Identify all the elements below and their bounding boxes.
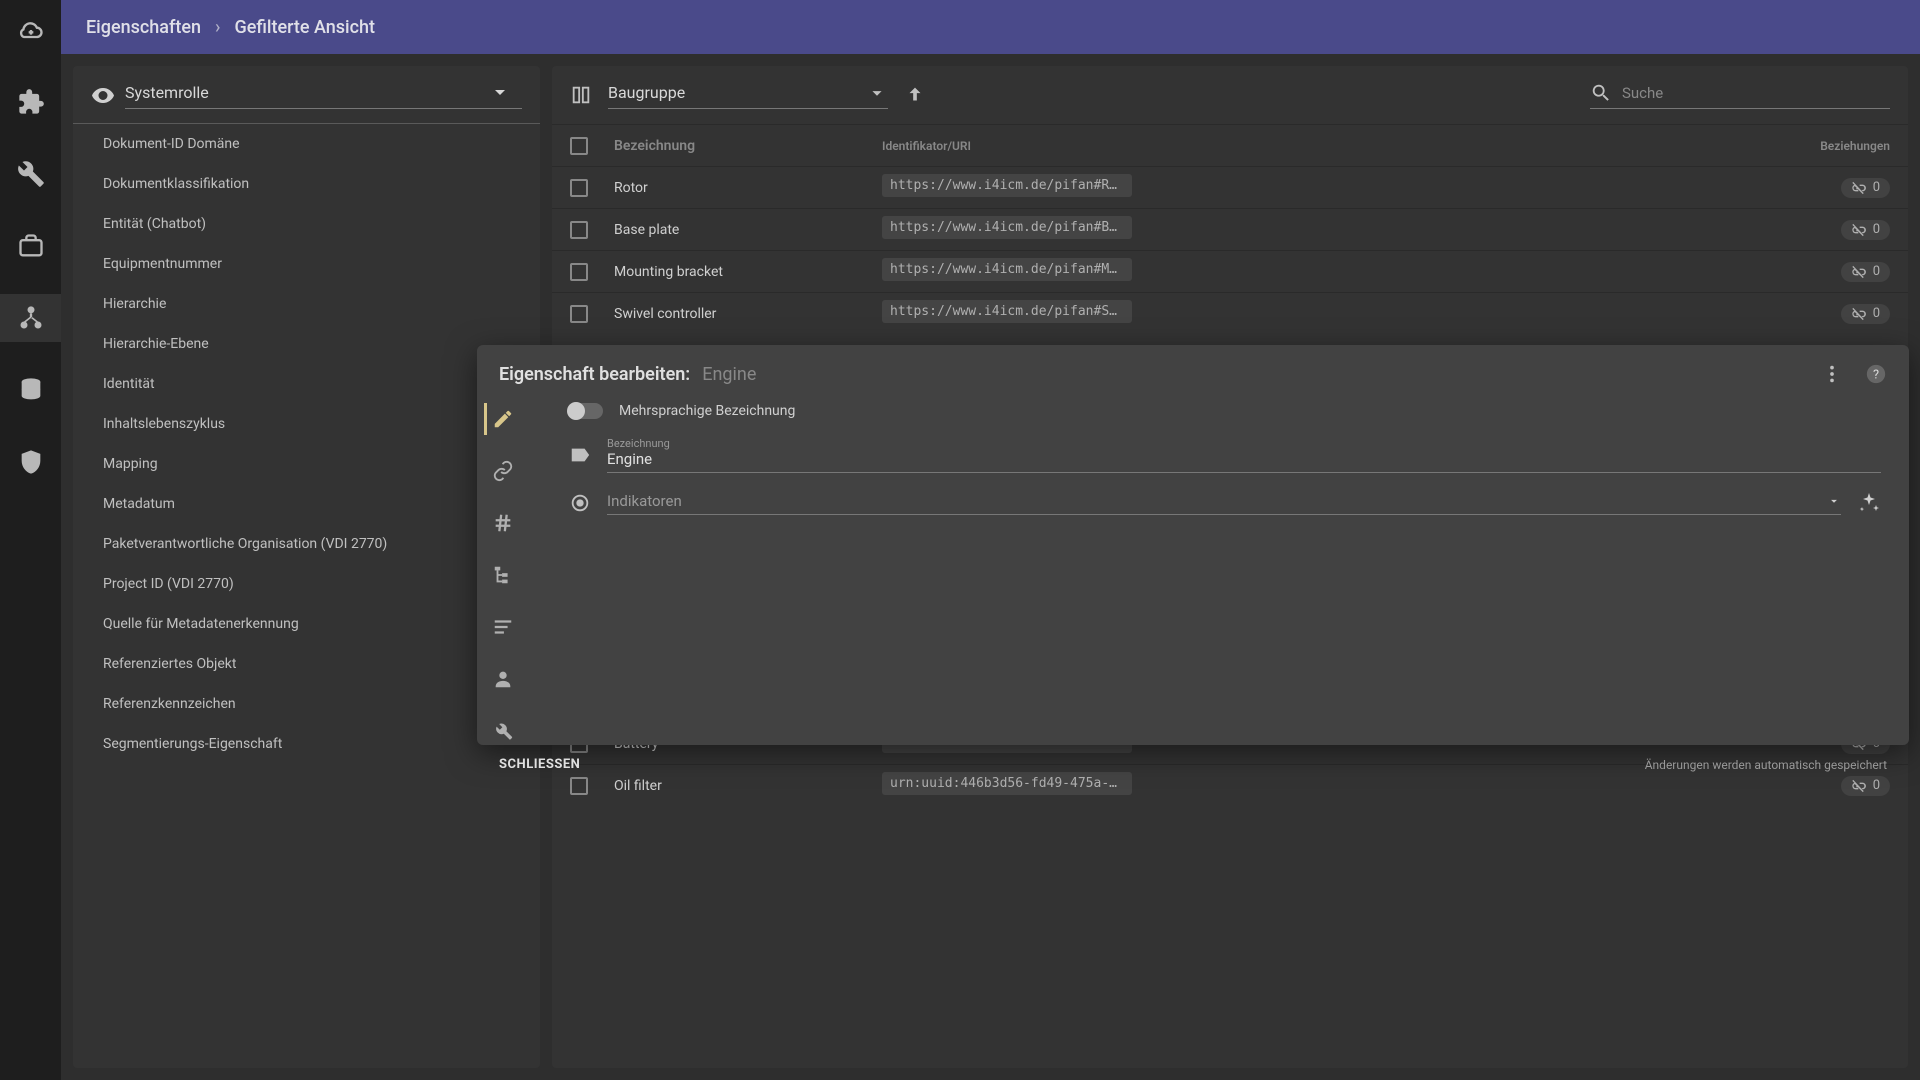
table-row[interactable]: Base platehttps://www.i4icm.de/pifan#Bas…	[552, 208, 1908, 250]
col-header-label: Bezeichnung	[614, 138, 882, 154]
sidebar-item[interactable]: Identität	[73, 364, 540, 404]
search-input[interactable]	[1622, 84, 1890, 102]
label-field[interactable]: Bezeichnung Engine	[607, 437, 1881, 473]
sidebar-item[interactable]: Dokumentklassifikation	[73, 164, 540, 204]
sidebar-item[interactable]: Quelle für Metadatenerkennung	[73, 604, 540, 644]
chevron-down-icon	[1827, 494, 1841, 508]
target-icon	[569, 492, 591, 514]
modal-tab-edit[interactable]	[484, 403, 520, 435]
chevron-down-icon	[488, 80, 512, 104]
sidebar-item[interactable]: Dokument-ID Domäne	[73, 124, 540, 164]
sidebar-item[interactable]: Inhaltslebenszyklus	[73, 404, 540, 444]
close-button[interactable]: SCHLIESSEN	[499, 757, 580, 772]
modal-tab-person[interactable]	[485, 663, 521, 695]
modal-tab-link[interactable]	[485, 455, 521, 487]
sidebar-item[interactable]: Hierarchie	[73, 284, 540, 324]
row-uri: https://www.i4icm.de/pifan#BasePlate	[882, 216, 1132, 239]
main-selector-label: Baugruppe	[608, 83, 685, 102]
rail-database-icon[interactable]	[0, 366, 61, 414]
row-uri: https://www.i4icm.de/pifan#MountingBrack…	[882, 258, 1132, 281]
rail-puzzle-icon[interactable]	[0, 78, 61, 126]
modal-tab-hash[interactable]	[485, 507, 521, 539]
modal-tab-tools[interactable]	[485, 715, 521, 747]
breadcrumb-current: Gefilterte Ansicht	[234, 17, 375, 38]
table-row[interactable]: Swivel controllerhttps://www.i4icm.de/pi…	[552, 292, 1908, 334]
sidebar-item[interactable]: Project ID (VDI 2770)	[73, 564, 540, 604]
indicator-label: Indikatoren	[607, 492, 1827, 510]
row-label: Base plate	[614, 222, 882, 238]
row-checkbox[interactable]	[570, 179, 588, 197]
svg-text:?: ?	[1873, 368, 1879, 383]
autosave-hint: Änderungen werden automatisch gespeicher…	[1645, 758, 1887, 772]
sidebar-item[interactable]: Equipmentnummer	[73, 244, 540, 284]
chevron-down-icon	[866, 82, 888, 104]
help-icon[interactable]: ?	[1865, 363, 1887, 385]
multilang-toggle[interactable]	[569, 403, 603, 419]
table-header: Bezeichnung Identifikator/URI Beziehunge…	[552, 124, 1908, 166]
sidebar-item[interactable]: Metadatum	[73, 484, 540, 524]
modal-tab-tree[interactable]	[485, 559, 521, 591]
edit-property-modal: Eigenschaft bearbeiten: Engine ? Mehrspr…	[477, 345, 1909, 745]
col-header-uri: Identifikator/URI	[882, 139, 1800, 153]
sidebar: Systemrolle Dokument-ID DomäneDokumentkl…	[73, 66, 540, 1068]
sidebar-item[interactable]: Mapping	[73, 444, 540, 484]
multilang-label: Mehrsprachige Bezeichnung	[619, 403, 795, 419]
arrow-up-icon[interactable]	[904, 84, 926, 106]
sidebar-item[interactable]: Hierarchie-Ebene	[73, 324, 540, 364]
modal-title: Eigenschaft bearbeiten:	[499, 364, 690, 385]
main-selector[interactable]: Baugruppe	[608, 82, 888, 109]
rail-hierarchy-icon[interactable]	[0, 294, 61, 342]
row-checkbox[interactable]	[570, 263, 588, 281]
sidebar-item[interactable]: Referenziertes Objekt	[73, 644, 540, 684]
sidebar-selector[interactable]: Systemrolle	[125, 80, 522, 109]
modal-subject: Engine	[702, 364, 756, 385]
rail-shield-icon[interactable]	[0, 438, 61, 486]
row-label: Mounting bracket	[614, 264, 882, 280]
row-checkbox[interactable]	[570, 221, 588, 239]
row-uri: https://www.i4icm.de/pifan#Rotor	[882, 174, 1132, 197]
row-label: Rotor	[614, 180, 882, 196]
table-row[interactable]: Mounting brackethttps://www.i4icm.de/pif…	[552, 250, 1908, 292]
rail-briefcase-icon[interactable]	[0, 222, 61, 270]
row-relations-badge[interactable]: 0	[1841, 262, 1890, 282]
breadcrumb-separator: ›	[215, 17, 220, 38]
label-icon	[569, 444, 591, 466]
modal-tab-text[interactable]	[485, 611, 521, 643]
row-relations-badge[interactable]: 0	[1841, 220, 1890, 240]
indicator-dropdown[interactable]: Indikatoren	[607, 492, 1841, 515]
more-icon[interactable]	[1821, 363, 1843, 385]
search-box[interactable]	[1590, 82, 1890, 109]
breadcrumb-root[interactable]: Eigenschaften	[86, 17, 201, 38]
left-rail	[0, 0, 61, 1080]
sidebar-item[interactable]: Paketverantwortliche Organisation (VDI 2…	[73, 524, 540, 564]
sidebar-item[interactable]: Entität (Chatbot)	[73, 204, 540, 244]
label-field-value: Engine	[607, 450, 1881, 468]
row-relations-badge[interactable]: 0	[1841, 304, 1890, 324]
col-header-rel: Beziehungen	[1800, 139, 1890, 153]
top-bar: Eigenschaften › Gefilterte Ansicht	[0, 0, 1920, 54]
column-icon	[570, 84, 592, 106]
label-field-caption: Bezeichnung	[607, 437, 1881, 450]
search-icon	[1590, 82, 1612, 104]
select-all-checkbox[interactable]	[570, 137, 588, 155]
sidebar-item[interactable]: Segmentierungs-Eigenschaft	[73, 724, 540, 764]
table-row[interactable]: Rotorhttps://www.i4icm.de/pifan#Rotor 0	[552, 166, 1908, 208]
sidebar-item[interactable]: Referenzkennzeichen	[73, 684, 540, 724]
row-checkbox[interactable]	[570, 305, 588, 323]
row-uri: https://www.i4icm.de/pifan#SwivelControl…	[882, 300, 1132, 323]
row-label: Swivel controller	[614, 306, 882, 322]
rail-cloud-icon[interactable]	[0, 6, 61, 54]
rail-wrench-icon[interactable]	[0, 150, 61, 198]
row-relations-badge[interactable]: 0	[1841, 178, 1890, 198]
eye-icon	[91, 83, 115, 107]
sidebar-selector-label: Systemrolle	[125, 83, 209, 102]
sparkle-icon[interactable]	[1857, 491, 1881, 515]
